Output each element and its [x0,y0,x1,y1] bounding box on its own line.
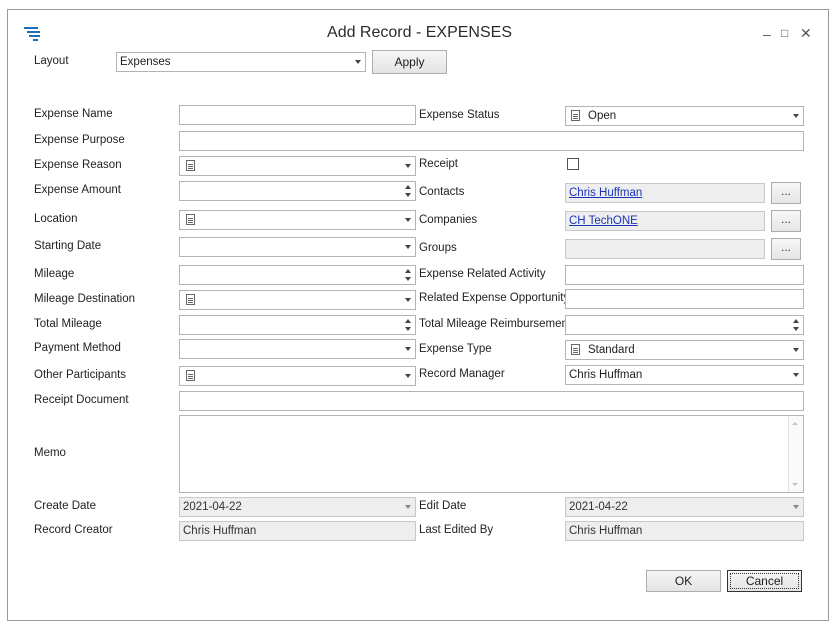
chevron-down-icon [405,347,411,351]
chevron-down-icon [793,348,799,352]
contacts-browse-button[interactable]: ... [771,182,801,204]
groups-browse-button[interactable]: ... [771,238,801,260]
companies-link[interactable]: CH TechONE [569,215,638,227]
expense-type-value: Standard [588,344,635,356]
total-mileage-label: Total Mileage [34,318,102,330]
starting-date-dropdown[interactable] [179,237,416,257]
receipt-document-input[interactable] [179,391,804,411]
memo-scrollbar[interactable] [788,416,803,492]
maximize-icon[interactable]: □ [781,26,788,40]
related-expense-opportunity-input[interactable] [565,289,804,309]
chevron-down-icon [355,60,361,64]
edit-date-label: Edit Date [419,500,467,512]
chevron-down-icon [793,505,799,509]
memo-label: Memo [34,447,66,459]
contacts-link[interactable]: Chris Huffman [569,187,642,199]
last-edited-by-label: Last Edited By [419,524,494,536]
chevron-down-icon [405,164,411,168]
spinner-arrows-icon[interactable] [405,268,412,282]
layout-label: Layout [34,55,69,67]
chevron-down-icon [793,114,799,118]
starting-date-label: Starting Date [34,240,102,252]
edit-date-dropdown: 2021-04-22 [565,497,804,517]
expense-reason-label: Expense Reason [34,159,122,171]
mileage-destination-label: Mileage Destination [34,293,136,305]
record-creator-field: Chris Huffman [179,521,416,541]
spinner-arrows-icon[interactable] [405,184,412,198]
document-icon [571,344,580,355]
mileage-destination-dropdown[interactable] [179,290,416,310]
payment-method-label: Payment Method [34,342,121,354]
memo-textarea[interactable] [179,415,804,493]
contacts-label: Contacts [419,186,465,198]
receipt-label: Receipt [419,158,458,170]
groups-field [565,239,765,259]
minimize-icon[interactable]: – [763,27,771,41]
location-label: Location [34,213,78,225]
spinner-arrows-icon[interactable] [405,318,412,332]
expense-status-dropdown[interactable]: Open [565,106,804,126]
companies-label: Companies [419,214,478,226]
window-title: Add Record - EXPENSES [327,24,512,41]
groups-label: Groups [419,242,457,254]
chevron-down-icon [405,245,411,249]
create-date-value: 2021-04-22 [183,501,242,513]
receipt-checkbox[interactable] [567,158,579,170]
mileage-spinner[interactable] [179,265,416,285]
document-icon [571,110,580,121]
expense-status-value: Open [588,110,617,122]
contacts-field: Chris Huffman [565,183,765,203]
record-creator-label: Record Creator [34,524,113,536]
create-date-label: Create Date [34,500,97,512]
apply-button[interactable]: Apply [372,50,447,74]
layout-dropdown[interactable]: Expenses [116,52,366,72]
expense-reason-dropdown[interactable] [179,156,416,176]
record-manager-value: Chris Huffman [569,369,643,381]
chevron-down-icon [405,298,411,302]
edit-date-value: 2021-04-22 [569,501,628,513]
total-mileage-spinner[interactable] [179,315,416,335]
spinner-arrows-icon[interactable] [793,318,800,332]
document-icon [186,294,195,305]
last-edited-by-field: Chris Huffman [565,521,804,541]
receipt-document-label: Receipt Document [34,394,129,406]
record-manager-label: Record Manager [419,368,505,380]
location-dropdown[interactable] [179,210,416,230]
total-mileage-reimbursement-label: Total Mileage Reimbursement [419,318,572,330]
companies-field: CH TechONE [565,211,765,231]
expense-name-input[interactable] [179,105,416,125]
chevron-down-icon [405,374,411,378]
expense-related-activity-input[interactable] [565,265,804,285]
related-expense-opportunity-label: Related Expense Opportunity [419,292,570,304]
expense-purpose-label: Expense Purpose [34,134,125,146]
expense-type-label: Expense Type [419,343,492,355]
document-icon [186,214,195,225]
chevron-down-icon [405,505,411,509]
expense-status-label: Expense Status [419,109,500,121]
document-icon [186,370,195,381]
expense-name-label: Expense Name [34,108,113,120]
payment-method-dropdown[interactable] [179,339,416,359]
expense-related-activity-label: Expense Related Activity [419,268,546,280]
close-icon[interactable]: ✕ [800,26,812,40]
expense-purpose-input[interactable] [179,131,804,151]
layout-value: Expenses [120,56,171,68]
record-manager-dropdown[interactable]: Chris Huffman [565,365,804,385]
expense-amount-spinner[interactable] [179,181,416,201]
other-participants-label: Other Participants [34,369,127,381]
expense-amount-label: Expense Amount [34,184,121,196]
cancel-button[interactable]: Cancel [727,570,802,592]
chevron-down-icon [405,218,411,222]
document-icon [186,160,195,171]
create-date-dropdown: 2021-04-22 [179,497,416,517]
ok-button[interactable]: OK [646,570,721,592]
chevron-down-icon [793,373,799,377]
companies-browse-button[interactable]: ... [771,210,801,232]
total-mileage-reimbursement-spinner[interactable] [565,315,804,335]
mileage-label: Mileage [34,268,75,280]
expense-type-dropdown[interactable]: Standard [565,340,804,360]
other-participants-dropdown[interactable] [179,366,416,386]
